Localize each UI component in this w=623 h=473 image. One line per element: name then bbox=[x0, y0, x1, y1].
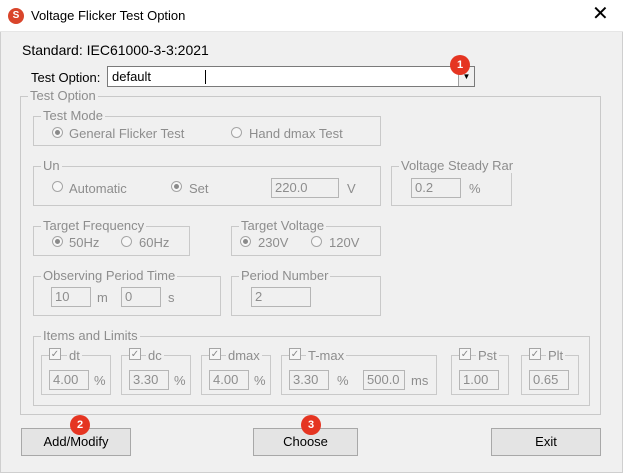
unit-label: % bbox=[469, 181, 481, 196]
checkbox-dmax[interactable]: ✓ bbox=[209, 348, 221, 360]
radio-230v[interactable] bbox=[240, 236, 251, 247]
radio-label: General Flicker Test bbox=[69, 126, 185, 141]
radio-50hz[interactable] bbox=[52, 236, 63, 247]
checkbox-tmax[interactable]: ✓ bbox=[289, 348, 301, 360]
unit-label: m bbox=[97, 290, 108, 305]
unit-label: % bbox=[254, 373, 266, 388]
exit-button[interactable]: Exit bbox=[491, 428, 601, 456]
radio-label: Hand dmax Test bbox=[249, 126, 343, 141]
close-icon[interactable]: ✕ bbox=[592, 4, 609, 24]
window-title: Voltage Flicker Test Option bbox=[31, 8, 186, 23]
unit-label: % bbox=[94, 373, 106, 388]
radio-hand-dmax[interactable] bbox=[231, 127, 242, 138]
limit-tmax-time-field[interactable]: 500.0 bbox=[363, 370, 405, 390]
un-value-field[interactable]: 220.0 bbox=[271, 178, 339, 198]
step-badge-1: 1 bbox=[450, 55, 470, 75]
radio-label: 50Hz bbox=[69, 235, 100, 250]
step-badge-3: 3 bbox=[301, 415, 321, 435]
radio-60hz[interactable] bbox=[121, 236, 132, 247]
voltage-steady-field[interactable]: 0.2 bbox=[411, 178, 461, 198]
standard-label: Standard: IEC61000-3-3:2021 bbox=[22, 42, 209, 58]
limit-dt-field[interactable]: 4.00 bbox=[49, 370, 89, 390]
app-logo-icon: S bbox=[8, 8, 24, 24]
group-title: Test Option bbox=[28, 88, 98, 103]
item-label: dt bbox=[67, 348, 82, 363]
group-title: Items and Limits bbox=[41, 328, 140, 343]
group-title: Voltage Steady Rar bbox=[399, 158, 516, 173]
limit-dmax-field[interactable]: 4.00 bbox=[209, 370, 249, 390]
limit-dc-field[interactable]: 3.30 bbox=[129, 370, 169, 390]
item-label: Pst bbox=[476, 348, 499, 363]
radio-automatic[interactable] bbox=[52, 181, 63, 192]
group-title: Target Frequency bbox=[41, 218, 147, 233]
unit-label: V bbox=[347, 181, 356, 196]
period-number-field[interactable]: 2 bbox=[251, 287, 311, 307]
radio-label: Automatic bbox=[69, 181, 127, 196]
radio-label: 60Hz bbox=[139, 235, 170, 250]
radio-label: Set bbox=[189, 181, 209, 196]
item-label: T-max bbox=[306, 348, 347, 363]
period-seconds-field[interactable]: 0 bbox=[121, 287, 161, 307]
title-bar: S Voltage Flicker Test Option ✕ bbox=[0, 0, 623, 32]
group-title: Target Voltage bbox=[239, 218, 327, 233]
group-title: Un bbox=[41, 158, 62, 173]
radio-label: 230V bbox=[258, 235, 289, 250]
test-option-label: Test Option: bbox=[31, 70, 101, 85]
radio-120v[interactable] bbox=[311, 236, 322, 247]
unit-label: s bbox=[168, 290, 175, 305]
limit-tmax-field[interactable]: 3.30 bbox=[289, 370, 329, 390]
group-title: Observing Period Time bbox=[41, 268, 178, 283]
group-title: Test Mode bbox=[41, 108, 105, 123]
limit-pst-field[interactable]: 1.00 bbox=[459, 370, 499, 390]
item-label: dc bbox=[146, 348, 164, 363]
radio-set[interactable] bbox=[171, 181, 182, 192]
radio-label: 120V bbox=[329, 235, 360, 250]
item-label: dmax bbox=[226, 348, 262, 363]
text-caret bbox=[205, 70, 206, 84]
radio-general-flicker[interactable] bbox=[52, 127, 63, 138]
period-minutes-field[interactable]: 10 bbox=[51, 287, 91, 307]
item-label: Plt bbox=[546, 348, 566, 363]
checkbox-pst[interactable]: ✓ bbox=[459, 348, 471, 360]
unit-label: % bbox=[337, 373, 349, 388]
step-badge-2: 2 bbox=[70, 415, 90, 435]
checkbox-dc[interactable]: ✓ bbox=[129, 348, 141, 360]
group-title: Period Number bbox=[239, 268, 331, 283]
test-option-value: default bbox=[112, 69, 152, 84]
limit-plt-field[interactable]: 0.65 bbox=[529, 370, 569, 390]
test-option-dropdown[interactable]: default ▼ bbox=[107, 66, 475, 87]
unit-label: ms bbox=[411, 373, 429, 388]
unit-label: % bbox=[174, 373, 186, 388]
checkbox-plt[interactable]: ✓ bbox=[529, 348, 541, 360]
checkbox-dt[interactable]: ✓ bbox=[49, 348, 61, 360]
